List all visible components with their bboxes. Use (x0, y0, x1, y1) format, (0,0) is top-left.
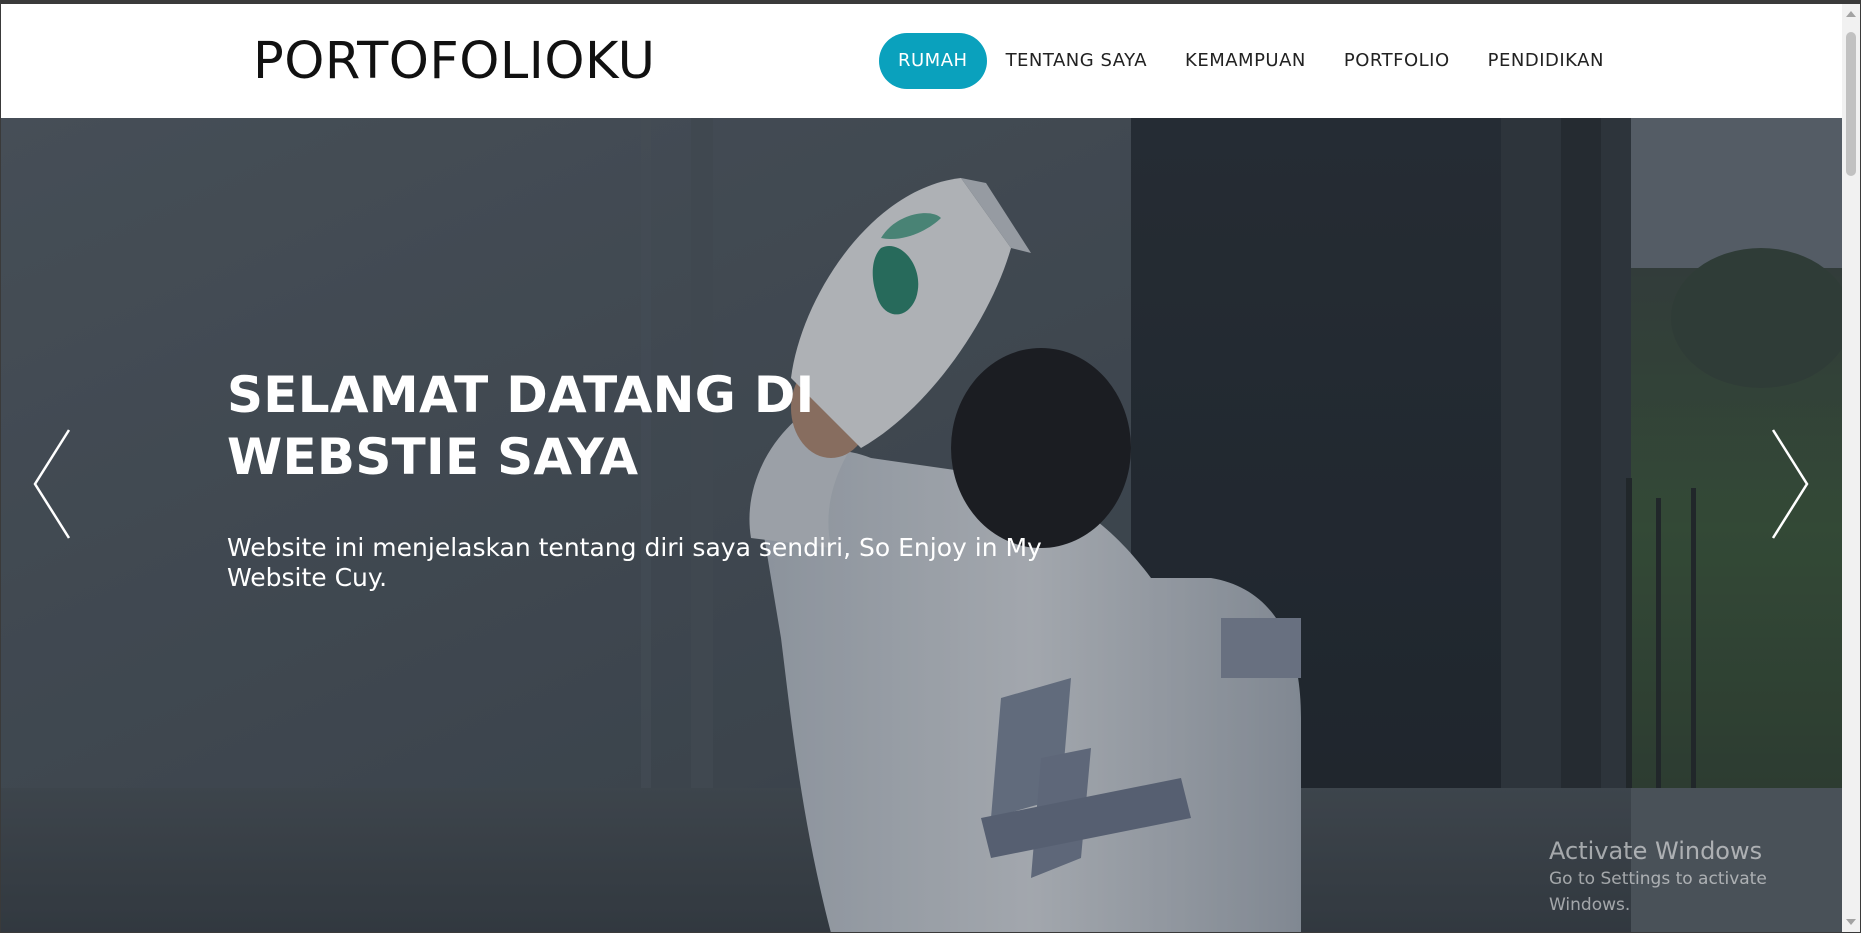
watermark-subtitle: Go to Settings to activate Windows. (1549, 869, 1767, 915)
nav-item-portfolio[interactable]: PORTFOLIO (1325, 33, 1469, 89)
page-viewport: PORTOFOLIOKU RUMAH TENTANG SAYA KEMAMPUA… (1, 4, 1842, 932)
hero-subtitle: Website ini menjelaskan tentang diri say… (227, 533, 1042, 592)
site-brand[interactable]: PORTOFOLIOKU (253, 30, 655, 94)
nav-item-tentang-saya[interactable]: TENTANG SAYA (987, 33, 1166, 89)
scrollbar-thumb[interactable] (1846, 32, 1856, 176)
main-nav: RUMAH TENTANG SAYA KEMAMPUAN PORTFOLIO P… (879, 33, 1623, 89)
browser-window: PORTOFOLIOKU RUMAH TENTANG SAYA KEMAMPUA… (0, 0, 1861, 933)
vertical-scrollbar[interactable] (1842, 4, 1860, 932)
hero-title: SELAMAT DATANG DI WEBSTIE SAYA (227, 366, 815, 486)
chevron-left-icon[interactable] (27, 424, 77, 544)
nav-item-pendidikan[interactable]: PENDIDIKAN (1469, 33, 1623, 89)
navbar: PORTOFOLIOKU RUMAH TENTANG SAYA KEMAMPUA… (1, 4, 1842, 119)
hero-overlay (1, 118, 1842, 932)
scroll-up-arrow-icon[interactable] (1846, 11, 1856, 17)
nav-item-kemampuan[interactable]: KEMAMPUAN (1166, 33, 1325, 89)
activate-windows-watermark: Activate Windows Go to Settings to activ… (1549, 836, 1842, 918)
nav-item-rumah[interactable]: RUMAH (879, 33, 987, 89)
watermark-title: Activate Windows (1549, 837, 1763, 865)
hero-carousel: SELAMAT DATANG DI WEBSTIE SAYA Website i… (1, 118, 1842, 932)
scroll-down-arrow-icon[interactable] (1846, 919, 1856, 925)
chevron-right-icon[interactable] (1765, 424, 1815, 544)
